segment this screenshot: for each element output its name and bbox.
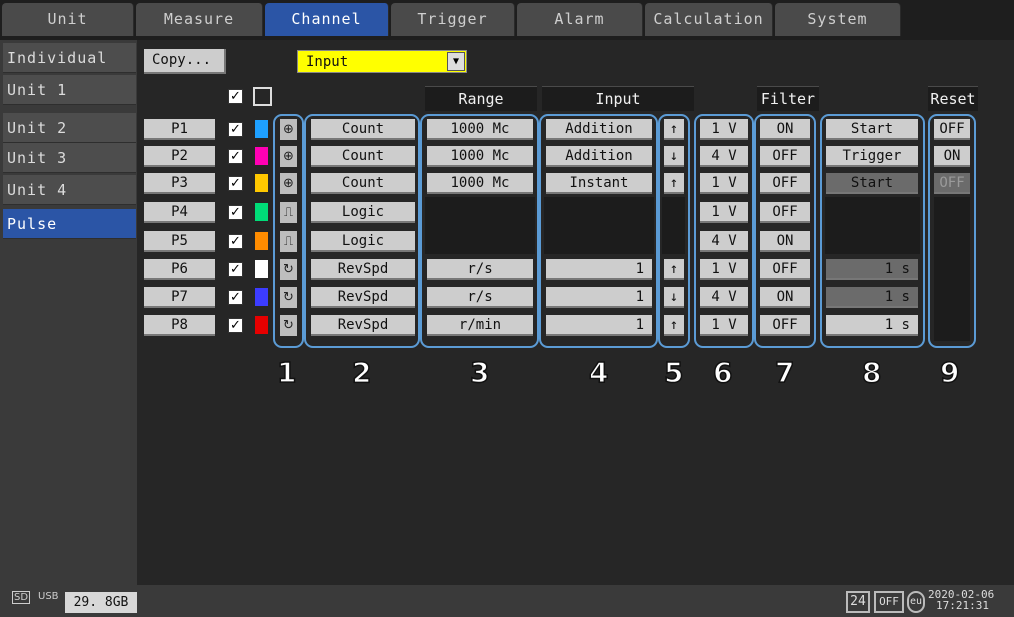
status-datetime: 2020-02-06 17:21:31 (928, 589, 994, 611)
channel-label: P2 (144, 146, 215, 167)
all-color-box (253, 87, 272, 106)
channel-color-swatch[interactable] (255, 260, 268, 278)
channel-label: P4 (144, 202, 215, 223)
header-reset: Reset (928, 86, 978, 111)
channel-color-swatch[interactable] (255, 232, 268, 250)
sidebar-item-pulse[interactable]: Pulse (3, 209, 136, 239)
header-input: Input (542, 86, 694, 111)
callout-frame-6 (694, 114, 754, 348)
sidebar-item-unit1[interactable]: Unit 1 (3, 75, 136, 105)
tab-calculation[interactable]: Calculation (645, 3, 773, 36)
dropdown-arrow-icon[interactable]: ▼ (447, 52, 465, 71)
channel-label: P5 (144, 231, 215, 252)
callout-number-4: 4 (588, 355, 609, 390)
header-filter: Filter (757, 86, 819, 111)
tab-system[interactable]: System (775, 3, 901, 36)
tab-unit[interactable]: Unit (2, 3, 134, 36)
sidebar-item-unit4[interactable]: Unit 4 (3, 175, 136, 205)
channel-color-swatch[interactable] (255, 203, 268, 221)
channel-color-swatch[interactable] (255, 316, 268, 334)
channel-checkbox[interactable]: ✓ (228, 262, 243, 277)
callout-number-6: 6 (712, 355, 733, 390)
callout-number-9: 9 (939, 355, 960, 390)
callout-number-7: 7 (774, 355, 795, 390)
callout-frame-2 (304, 114, 420, 348)
callout-frame-7 (754, 114, 816, 348)
channel-checkbox[interactable]: ✓ (228, 205, 243, 220)
status-time: 17:21:31 (936, 599, 989, 612)
sidebar-item-individual[interactable]: Individual (3, 43, 136, 73)
tab-channel[interactable]: Channel (265, 3, 389, 36)
sidebar-item-unit3[interactable]: Unit 3 (3, 143, 136, 173)
status-off: OFF (874, 591, 904, 613)
callout-number-8: 8 (861, 355, 882, 390)
tab-measure[interactable]: Measure (136, 3, 263, 36)
channel-checkbox[interactable]: ✓ (228, 290, 243, 305)
channel-label: P8 (144, 315, 215, 336)
callout-frame-1 (273, 114, 304, 348)
channel-checkbox[interactable]: ✓ (228, 318, 243, 333)
sidebar-item-unit2[interactable]: Unit 2 (3, 113, 136, 143)
channel-color-swatch[interactable] (255, 120, 268, 138)
channel-label: P7 (144, 287, 215, 308)
all-channels-checkbox[interactable]: ✓ (228, 89, 243, 104)
eu-icon: eu (907, 591, 925, 613)
callout-frame-9 (928, 114, 976, 348)
channel-color-swatch[interactable] (255, 288, 268, 306)
sd-card-icon: SD (12, 591, 31, 604)
usb-icon: USB (38, 591, 59, 602)
callout-number-1: 1 (276, 355, 297, 390)
tab-trigger[interactable]: Trigger (391, 3, 515, 36)
callout-frame-3 (420, 114, 539, 348)
storage-free: 29. 8GB (65, 592, 137, 613)
callout-number-3: 3 (469, 355, 490, 390)
channel-label: P6 (144, 259, 215, 280)
channel-checkbox[interactable]: ✓ (228, 234, 243, 249)
screen: Unit Measure Channel Trigger Alarm Calcu… (0, 0, 1014, 617)
copy-button[interactable]: Copy... (144, 49, 226, 74)
channel-color-swatch[interactable] (255, 174, 268, 192)
callout-frame-4 (539, 114, 658, 348)
channel-color-swatch[interactable] (255, 147, 268, 165)
tab-bar: Unit Measure Channel Trigger Alarm Calcu… (0, 0, 1014, 40)
channel-label: P1 (144, 119, 215, 140)
channel-checkbox[interactable]: ✓ (228, 149, 243, 164)
callout-frame-8 (820, 114, 925, 348)
status-24: 24 (846, 591, 870, 613)
callout-frame-5 (658, 114, 690, 348)
header-range: Range (425, 86, 537, 111)
channel-checkbox[interactable]: ✓ (228, 122, 243, 137)
view-select-value: Input (306, 54, 349, 70)
sidebar: Individual Unit 1 Unit 2 Unit 3 Unit 4 P… (0, 40, 137, 585)
channel-checkbox[interactable]: ✓ (228, 176, 243, 191)
channel-label: P3 (144, 173, 215, 194)
tab-alarm[interactable]: Alarm (517, 3, 643, 36)
callout-number-5: 5 (663, 355, 684, 390)
view-select[interactable]: Input ▼ (297, 50, 467, 73)
callout-number-2: 2 (351, 355, 372, 390)
